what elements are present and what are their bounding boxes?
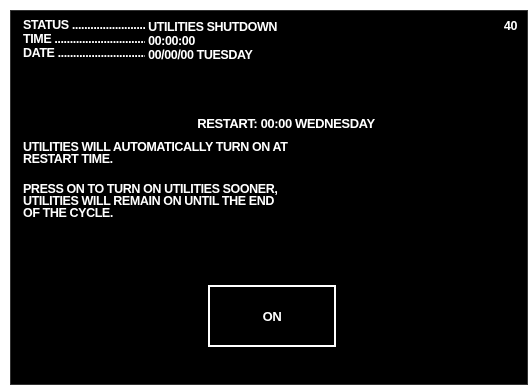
time-value: 00:00:00	[148, 34, 195, 48]
restart-time: RESTART: 00:00 WEDNESDAY	[197, 116, 375, 131]
status-value: UTILITIES SHUTDOWN	[148, 20, 277, 34]
status-label: STATUS .................................…	[23, 19, 145, 31]
on-button[interactable]: ON	[208, 285, 336, 347]
date-value: 00/00/00 TUESDAY	[148, 48, 253, 62]
time-label: TIME ...................................…	[23, 33, 145, 45]
press-on-message: PRESS ON TO TURN ON UTILITIES SOONER, UT…	[23, 183, 443, 220]
date-row: DATE ...................................…	[23, 47, 277, 61]
on-button-label: ON	[262, 308, 282, 324]
status-row: STATUS .................................…	[23, 19, 277, 33]
control-display-screen: STATUS .................................…	[10, 10, 528, 385]
auto-on-message: UTILITIES WILL AUTOMATICALLY TURN ON AT …	[23, 141, 443, 166]
auto-on-line-2: RESTART TIME.	[23, 152, 113, 166]
screen-number: 40	[503, 19, 518, 33]
status-block: STATUS .................................…	[23, 19, 277, 61]
press-on-line-3: OF THE CYCLE.	[23, 206, 113, 220]
date-label: DATE ...................................…	[23, 47, 145, 59]
time-row: TIME ...................................…	[23, 33, 277, 47]
